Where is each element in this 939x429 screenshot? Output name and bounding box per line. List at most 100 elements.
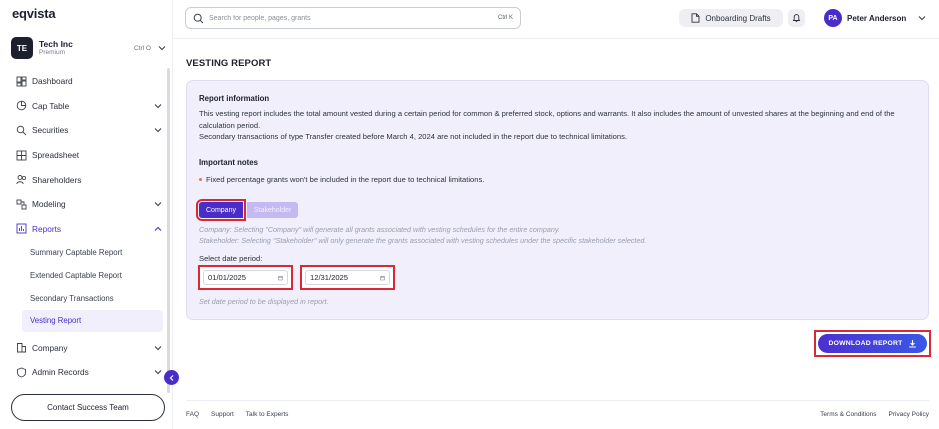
important-note-text: Fixed percentage grants won't be include…: [206, 175, 485, 184]
dashboard-icon: [15, 75, 27, 87]
chevron-down-icon: [154, 202, 162, 207]
footer-left-links: FAQ Support Talk to Experts: [186, 411, 300, 418]
sidebar-item-label: Modeling: [32, 199, 66, 210]
org-shortcut: Ctrl O: [134, 44, 151, 52]
securities-icon: [15, 124, 27, 136]
sidebar-item-dashboard[interactable]: Dashboard: [11, 69, 167, 94]
chevron-left-icon: [169, 374, 173, 381]
date-period-label: Select date period:: [199, 254, 263, 263]
sidebar-item-securities[interactable]: Securities: [11, 118, 167, 143]
user-menu[interactable]: PA Peter Anderson: [824, 8, 927, 28]
chevron-down-icon: [154, 345, 162, 350]
grid-icon: [15, 149, 27, 161]
sidebar-item-label: Cap Table: [32, 100, 70, 111]
chevron-down-icon: [158, 46, 166, 51]
sidebar: eqvista TE Tech Inc Premium Ctrl O Dashb…: [0, 0, 179, 429]
end-date-inner: [305, 270, 390, 285]
eqvista-logo[interactable]: eqvista: [12, 6, 56, 21]
sidebar-item-label: Securities: [32, 125, 69, 136]
modeling-icon: [15, 198, 27, 210]
search-input[interactable]: [209, 14, 498, 22]
calendar-icon[interactable]: [278, 273, 283, 283]
sidebar-subitem-vesting-report[interactable]: Vesting Report: [22, 309, 163, 333]
sidebar-item-company[interactable]: Company: [11, 335, 167, 360]
sidebar-item-reports[interactable]: Reports: [11, 217, 167, 242]
report-panel: Report information This vesting report i…: [186, 80, 929, 320]
bullet-icon: [199, 178, 202, 181]
sidebar-collapse-button[interactable]: [164, 370, 179, 385]
sidebar-item-modeling[interactable]: Modeling: [11, 192, 167, 217]
report-information-text: This vesting report includes the total a…: [199, 108, 919, 143]
sidebar-item-admin-records[interactable]: Admin Records: [11, 360, 167, 385]
org-plan: Premium: [39, 49, 66, 56]
download-report-highlight: DOWNLOAD REPORT: [814, 330, 931, 357]
org-switcher[interactable]: TE Tech Inc Premium Ctrl O: [11, 36, 167, 60]
report-information-paragraph: This vesting report includes the total a…: [199, 109, 895, 130]
contact-success-team-button[interactable]: Contact Success Team: [11, 394, 165, 421]
sidebar-item-cap-table[interactable]: Cap Table: [11, 94, 167, 119]
pie-chart-icon: [15, 100, 27, 112]
org-text: Tech Inc Premium: [39, 39, 134, 57]
important-notes-heading: Important notes: [199, 158, 258, 167]
sidebar-item-shareholders[interactable]: Shareholders: [11, 167, 167, 192]
sidebar-item-label: Spreadsheet: [32, 150, 80, 161]
sidebar-scrollbar[interactable]: [167, 68, 170, 393]
important-note-item: Fixed percentage grants won't be include…: [199, 175, 484, 184]
start-date-input[interactable]: [208, 273, 278, 282]
download-report-label: DOWNLOAD REPORT: [828, 340, 903, 347]
sidebar-subitem-summary-captable[interactable]: Summary Captable Report: [11, 241, 167, 264]
footer-link-terms[interactable]: Terms & Conditions: [820, 411, 876, 418]
stakeholder-helper-text: Stakeholder: Selecting "Stakeholder" wil…: [199, 236, 647, 245]
top-bar: Ctrl K Onboarding Drafts PA Peter Anders…: [174, 0, 939, 39]
sidebar-item-label: Dashboard: [32, 76, 73, 87]
download-report-button[interactable]: DOWNLOAD REPORT: [818, 334, 927, 353]
users-icon: [15, 174, 27, 186]
chevron-up-icon: [154, 226, 162, 231]
document-icon: [691, 13, 700, 23]
sidebar-item-label: Admin Records: [32, 367, 89, 378]
chevron-down-icon: [918, 16, 926, 21]
onboarding-drafts-label: Onboarding Drafts: [705, 13, 771, 23]
end-date-input[interactable]: [310, 273, 380, 282]
notifications-button[interactable]: [788, 9, 805, 27]
sidebar-item-label: Shareholders: [32, 174, 82, 185]
report-scope-toggle: Company Stakeholder: [196, 199, 299, 221]
download-icon: [908, 340, 916, 348]
search-icon: [193, 13, 204, 23]
org-name: Tech Inc: [39, 39, 73, 49]
footer-right-links: Terms & Conditions Privacy Policy: [808, 411, 929, 418]
sidebar-nav: Dashboard Cap Table Securities Spreadshe…: [11, 69, 167, 385]
page-title: VESTING REPORT: [186, 58, 272, 69]
footer-divider: [186, 400, 929, 401]
sidebar-item-label: Company: [32, 342, 68, 353]
footer-link-support[interactable]: Support: [211, 411, 234, 418]
chevron-down-icon: [154, 370, 162, 375]
search-box[interactable]: Ctrl K: [185, 7, 521, 29]
sidebar-item-spreadsheet[interactable]: Spreadsheet: [11, 143, 167, 168]
company-helper-text: Company: Selecting "Company" will genera…: [199, 225, 560, 234]
end-date-field[interactable]: [300, 265, 395, 290]
footer-link-talk-to-experts[interactable]: Talk to Experts: [246, 411, 289, 418]
report-information-heading: Report information: [199, 94, 270, 103]
user-name: Peter Anderson: [847, 13, 907, 23]
date-period-helper-text: Set date period to be displayed in repor…: [199, 297, 329, 306]
reports-icon: [15, 223, 27, 235]
search-shortcut: Ctrl K: [498, 15, 513, 21]
company-toggle-button[interactable]: Company: [196, 199, 246, 221]
chevron-down-icon: [154, 128, 162, 133]
onboarding-drafts-button[interactable]: Onboarding Drafts: [679, 9, 783, 27]
sidebar-item-label: Reports: [32, 223, 62, 234]
stakeholder-toggle-button[interactable]: Stakeholder: [246, 202, 299, 218]
calendar-icon[interactable]: [380, 273, 385, 283]
bell-icon: [792, 14, 801, 23]
footer-link-faq[interactable]: FAQ: [186, 411, 199, 418]
org-badge: TE: [11, 37, 33, 59]
start-date-field[interactable]: [198, 265, 293, 290]
start-date-inner: [203, 270, 288, 285]
footer-link-privacy[interactable]: Privacy Policy: [889, 411, 929, 418]
sidebar-subitem-secondary-transactions[interactable]: Secondary Transactions: [11, 287, 167, 310]
company-icon: [15, 342, 27, 354]
sidebar-subitem-extended-captable[interactable]: Extended Captable Report: [11, 264, 167, 287]
report-information-paragraph: Secondary transactions of type Transfer …: [199, 132, 628, 141]
avatar: PA: [824, 9, 842, 27]
